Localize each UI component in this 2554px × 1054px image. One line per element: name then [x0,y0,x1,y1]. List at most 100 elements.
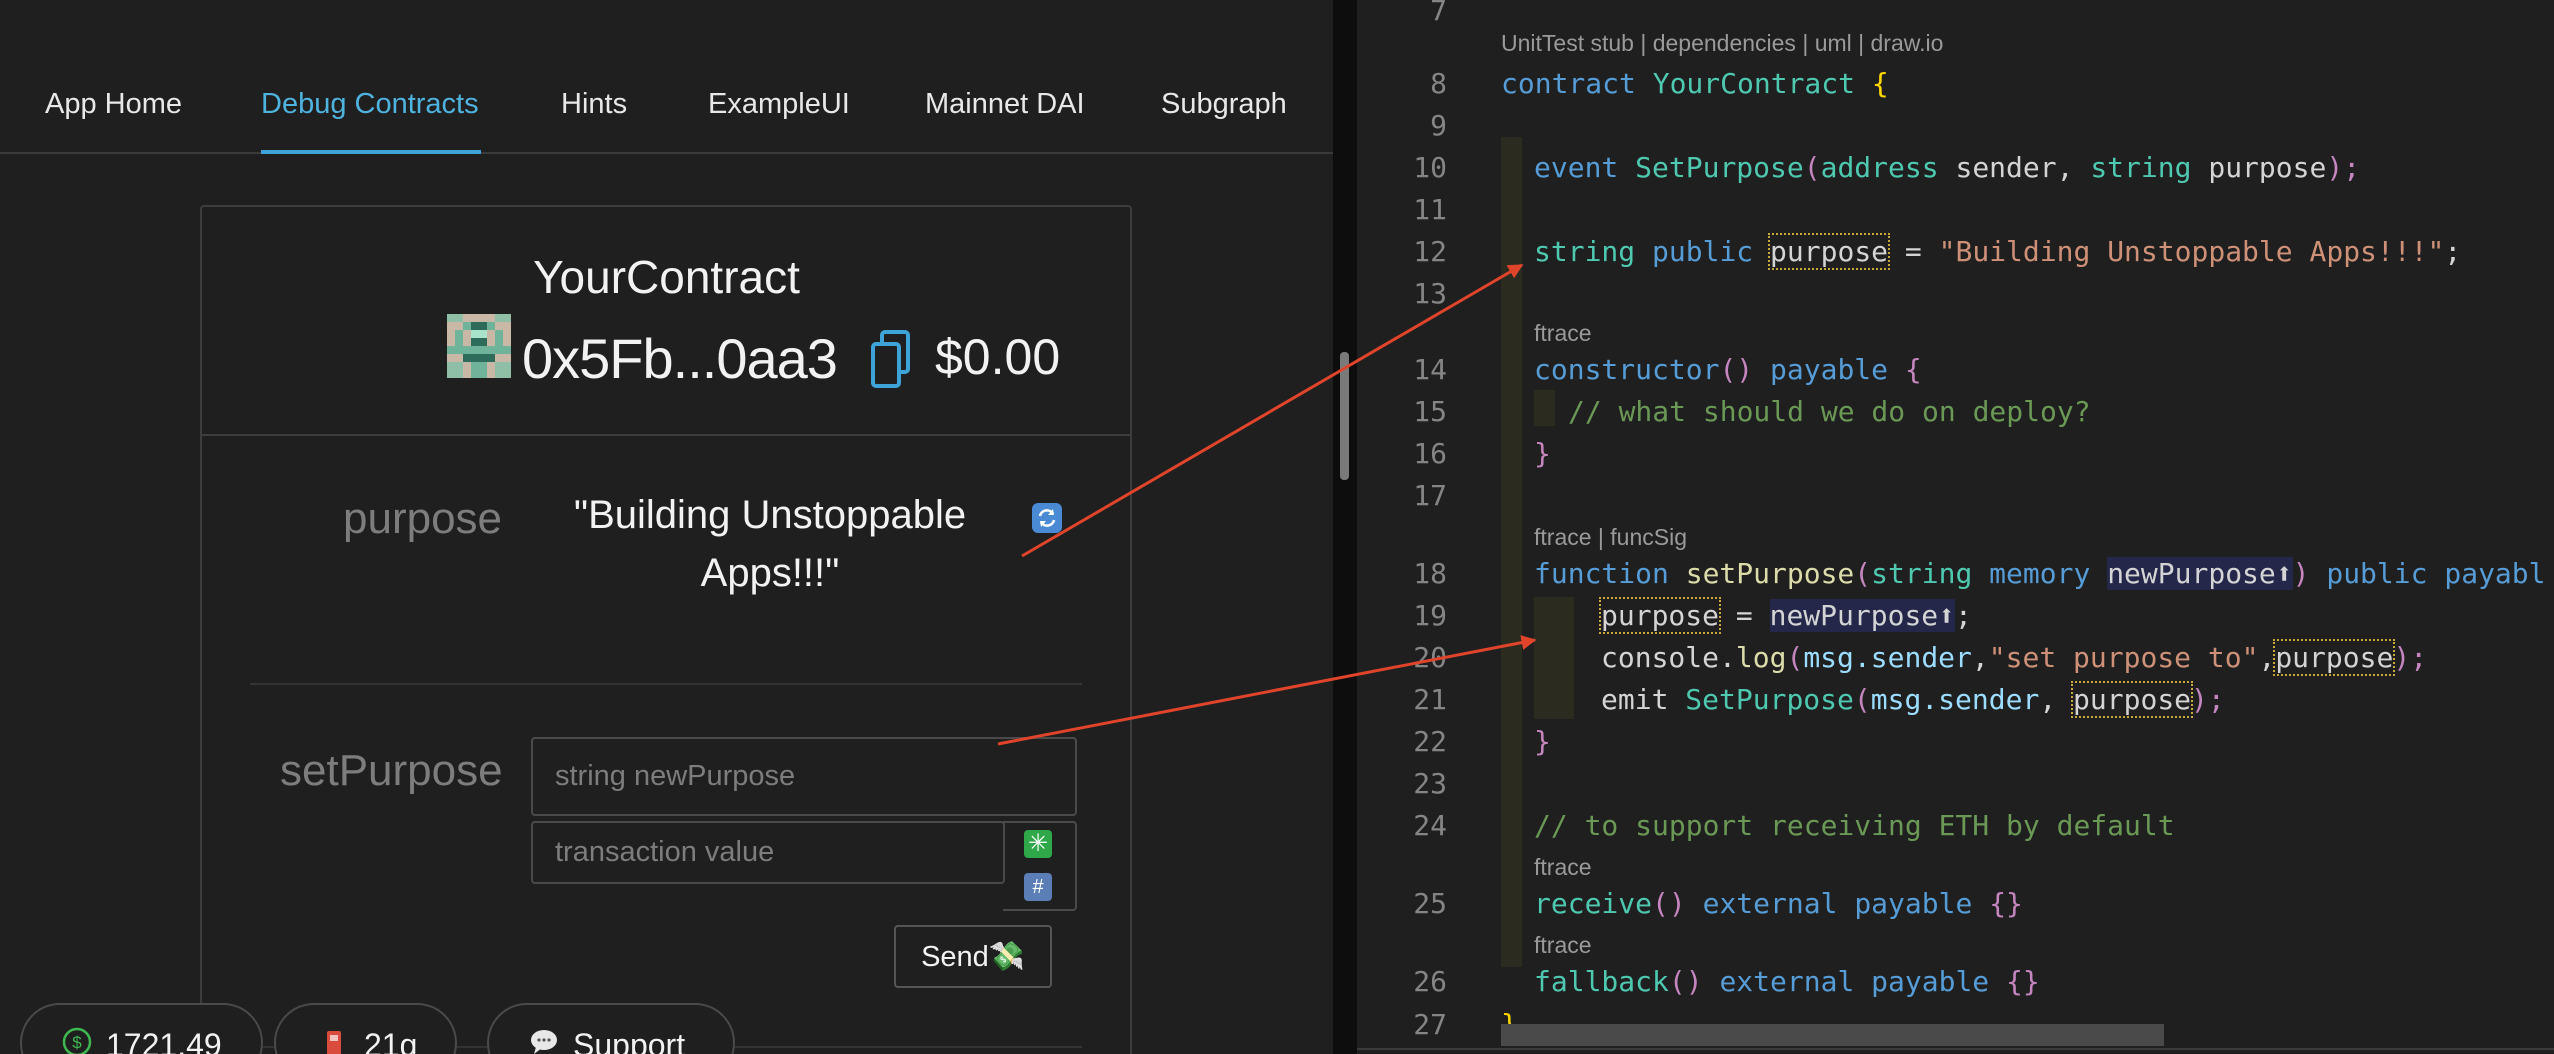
token: constructor [1534,353,1720,386]
token: {} [1989,887,2023,920]
token: SetPurpose [1635,151,1804,184]
code-lens[interactable]: UnitTest stub | dependencies | uml | dra… [1501,30,1943,57]
token: { [1871,67,1889,100]
token: contract [1501,67,1636,100]
svg-text:$: $ [72,1033,82,1052]
token: purpose [2071,681,2194,718]
nav-subgraph[interactable]: Subgraph [1161,88,1287,121]
copy-icon[interactable] [870,330,912,388]
gas-pump-icon [327,1031,341,1054]
purpose-value: "Building Unstoppable Apps!!!" [573,493,967,595]
gas-pill[interactable]: 21g [274,1003,457,1054]
token: external [1702,887,1838,920]
code-line-25: receive() external payable {} [1534,887,2023,920]
token: payable [1854,887,1973,920]
token: ) [2292,557,2310,590]
nav-hints[interactable]: Hints [561,88,627,121]
token: ); [2191,683,2225,716]
token: string [2090,151,2192,184]
line-number: 13 [1413,277,1447,310]
code-line-19: purpose = newPurpose⬆; [1598,597,1972,634]
line-number: 15 [1413,395,1447,428]
code-line-15: // what should we do on deploy? [1568,395,2091,428]
token: ); [2393,641,2428,674]
multiply-ether-icon[interactable]: ✳ [1024,830,1052,858]
support-pill[interactable]: Support [487,1003,735,1054]
line-number: 7 [1430,0,1447,27]
indent-guide [1534,597,1574,719]
token: msg.sender [1870,683,2040,716]
line-number: 16 [1413,437,1447,470]
token: ( [1853,683,1871,716]
token: emit [1601,683,1669,716]
token: external [1719,965,1855,998]
token: event [1534,151,1619,184]
blockie-avatar-icon [447,314,511,378]
nav-app-home[interactable]: App Home [45,88,182,121]
code-editor[interactable]: 7 8 9 10 11 12 13 14 15 16 17 18 19 20 2… [1357,0,2554,1054]
line-number: 23 [1413,767,1447,800]
refresh-icon[interactable] [1032,503,1062,533]
token: public [2326,557,2428,590]
line-number: 20 [1413,641,1447,674]
transaction-value-field[interactable] [555,836,981,869]
contract-address[interactable]: 0x5Fb...0aa3 [522,326,838,391]
splitter-handle[interactable] [1340,352,1349,480]
token: console [1601,641,1720,674]
balance-pill[interactable]: $ 1721.49 [20,1003,263,1054]
token: purpose [1768,233,1891,270]
token: = [1888,235,1939,268]
token: . [1719,641,1736,674]
new-purpose-input[interactable] [531,737,1077,816]
token: ; [2444,235,2462,268]
line-number: 19 [1413,599,1447,632]
token: newPurpose⬆ [1769,599,1956,632]
line-number: 8 [1430,67,1447,100]
nav-debug-contracts[interactable]: Debug Contracts [261,88,479,121]
nav-mainnet-dai[interactable]: Mainnet DAI [925,88,1085,121]
code-lens[interactable]: ftrace [1534,932,1592,959]
token: receive [1534,887,1653,920]
active-tab-indicator [261,150,481,154]
token: string [1534,235,1636,268]
token: {} [2006,965,2040,998]
code-line-10: event SetPurpose(address sender, string … [1534,151,2360,184]
speech-bubble-icon [531,1030,557,1054]
token: ); [2326,151,2361,184]
token: fallback [1534,965,1669,998]
token: = [1719,599,1770,632]
token: SetPurpose [1685,683,1854,716]
code-lens[interactable]: ftrace | funcSig [1534,524,1687,551]
hash-icon[interactable]: # [1024,873,1052,901]
token: msg.sender [1803,641,1972,674]
code-line-22: } [1534,725,1551,758]
send-button[interactable]: Send💸 [894,925,1052,988]
code-lens[interactable]: ftrace [1534,320,1592,347]
indent-guide [1534,390,1555,426]
horizontal-scrollbar[interactable] [1501,1024,2164,1046]
code-lens[interactable]: ftrace [1534,854,1592,881]
token: address [1820,151,1939,184]
token: () [1652,887,1686,920]
line-number: 11 [1413,193,1447,226]
new-purpose-field[interactable] [555,760,1053,793]
token: , [1971,641,1989,674]
contract-name: YourContract [533,251,800,303]
nav-example-ui[interactable]: ExampleUI [708,88,850,121]
section-divider [250,683,1082,685]
line-number: 12 [1413,235,1447,268]
transaction-value-input[interactable] [531,821,1005,884]
code-line-21: emit SetPurpose(msg.sender, purpose); [1601,681,2225,718]
line-number: 17 [1413,479,1447,512]
pane-splitter[interactable] [1333,0,1357,1054]
line-number: 14 [1413,353,1447,386]
code-line-16: } [1534,437,1551,470]
line-number: 24 [1413,809,1447,842]
code-line-12: string public purpose = "Building Unstop… [1534,233,2462,270]
token: () [1719,353,1754,386]
token: , [2258,641,2276,674]
contract-balance: $0.00 [935,329,1061,385]
card-divider [200,434,1132,436]
token: string [1871,557,1973,590]
token: ; [1955,599,1972,632]
